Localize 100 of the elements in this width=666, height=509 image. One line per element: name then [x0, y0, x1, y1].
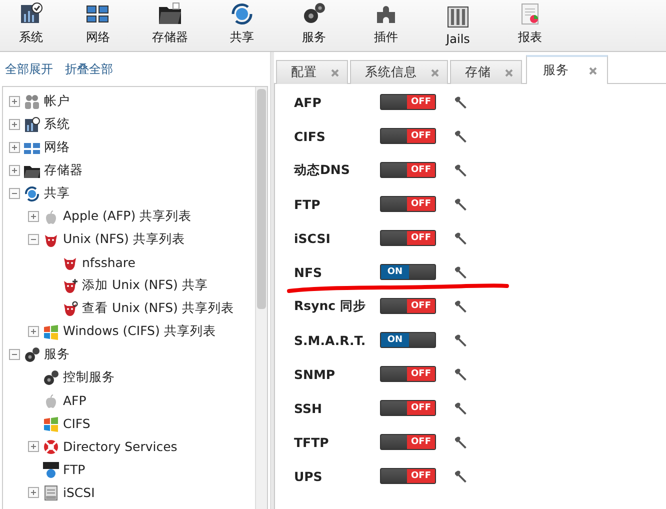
splitter-handle[interactable] [270, 52, 274, 509]
daemon-add-icon [62, 278, 78, 294]
tree-item[interactable]: 控制服务 [63, 369, 115, 386]
expand-toggle[interactable] [28, 487, 39, 498]
tree-item[interactable]: nfsshare [82, 255, 136, 270]
gears-icon [302, 2, 326, 26]
toggle-switch[interactable]: OFF [380, 230, 436, 246]
service-name: S.M.A.R.T. [293, 332, 367, 348]
service-name: NFS [293, 264, 324, 280]
wrench-icon[interactable] [455, 163, 469, 177]
wrench-icon[interactable] [455, 197, 469, 211]
toggle-switch[interactable]: OFF [380, 162, 436, 178]
lifebuoy-icon [43, 438, 59, 454]
toolbar-button[interactable]: 服务 [278, 2, 350, 51]
toolbar-button[interactable]: 报表 [494, 2, 566, 51]
expand-toggle[interactable] [9, 96, 20, 107]
collapse-toggle[interactable] [28, 234, 39, 245]
windows-icon [43, 416, 59, 432]
tree-item[interactable]: 系统 [44, 116, 70, 133]
gears-icon [24, 346, 40, 362]
wrench-icon[interactable] [455, 367, 469, 381]
wrench-icon[interactable] [455, 469, 469, 483]
expand-toggle[interactable] [28, 211, 39, 222]
folder-icon [158, 2, 182, 26]
tree-action-link[interactable]: 折叠全部 [65, 60, 113, 78]
tree-action-link[interactable]: 全部展开 [5, 60, 53, 78]
expand-toggle[interactable] [9, 142, 20, 153]
toggle-switch[interactable]: OFF [380, 434, 436, 450]
toggle-switch[interactable]: OFF [380, 298, 436, 314]
toggle-switch[interactable]: OFF [380, 128, 436, 144]
service-name: 动态DNS [292, 162, 351, 178]
collapse-toggle[interactable] [9, 188, 20, 199]
tab[interactable]: 系统信息 [350, 60, 448, 84]
service-name: SSH [293, 400, 323, 416]
scrollbar[interactable] [255, 87, 267, 509]
toggle-switch[interactable]: ON [380, 264, 436, 280]
tree-item[interactable]: Apple (AFP) 共享列表 [63, 208, 192, 225]
wrench-icon[interactable] [455, 95, 469, 109]
service-name: Rsync 同步 [293, 298, 367, 314]
wrench-icon[interactable] [455, 333, 469, 347]
tree-item[interactable]: 网络 [44, 139, 70, 156]
close-icon[interactable] [589, 66, 597, 74]
tab[interactable]: 存储 [450, 60, 522, 84]
tree-item[interactable]: Directory Services [63, 439, 178, 454]
tree-item[interactable]: Unix (NFS) 共享列表 [63, 231, 185, 248]
tree-item[interactable]: 存储器 [44, 162, 83, 179]
toolbar-button[interactable]: 系统 [0, 2, 62, 51]
toolbar-button[interactable]: 插件 [350, 2, 422, 51]
wrench-icon[interactable] [455, 435, 469, 449]
toggle-switch[interactable]: OFF [380, 468, 436, 484]
windows-icon [43, 324, 59, 340]
tree-item[interactable]: 帐户 [44, 93, 70, 110]
tree-item[interactable]: CIFS [63, 416, 90, 431]
globe-icon [230, 2, 254, 26]
tree-item[interactable]: 共享 [44, 185, 70, 202]
wrench-icon[interactable] [455, 231, 469, 245]
expand-toggle[interactable] [28, 326, 39, 337]
tree-item[interactable]: Windows (CIFS) 共享列表 [63, 323, 216, 340]
toggle-switch[interactable]: OFF [380, 94, 436, 110]
wrench-icon[interactable] [455, 129, 469, 143]
wrench-icon[interactable] [455, 401, 469, 415]
service-name: FTP [293, 196, 322, 212]
tree-item[interactable]: 添加 Unix (NFS) 共享 [82, 277, 208, 294]
service-name: SNMP [293, 366, 336, 382]
tree-item[interactable]: 服务 [44, 346, 70, 363]
apple-icon [43, 392, 59, 408]
bars-icon [446, 5, 470, 29]
service-name: CIFS [293, 128, 326, 144]
toggle-switch[interactable]: ON [380, 332, 436, 348]
globe-icon [24, 186, 40, 202]
daemon-search-icon [62, 300, 78, 316]
tree-item[interactable]: FTP [63, 462, 86, 477]
tree-item[interactable]: 查看 Unix (NFS) 共享列表 [82, 300, 234, 317]
tree-item[interactable]: iSCSI [63, 485, 95, 500]
close-icon[interactable] [331, 68, 339, 76]
gears-icon [43, 370, 59, 386]
wrench-icon[interactable] [455, 299, 469, 313]
tree-item[interactable]: AFP [63, 393, 86, 408]
chart-icon [24, 116, 40, 132]
tab[interactable]: 配置 [276, 60, 348, 84]
expand-toggle[interactable] [28, 441, 39, 452]
toolbar-button[interactable]: Jails [422, 5, 494, 51]
toolbar-button[interactable]: 存储器 [134, 2, 206, 51]
toggle-switch[interactable]: OFF [380, 366, 436, 382]
chart-icon [19, 2, 43, 26]
service-name: TFTP [293, 434, 330, 450]
apple-icon [43, 208, 59, 224]
expand-toggle[interactable] [9, 119, 20, 130]
close-icon[interactable] [431, 68, 439, 76]
service-name: iSCSI [293, 230, 332, 246]
toolbar-button[interactable]: 网络 [62, 2, 134, 51]
expand-toggle[interactable] [9, 165, 20, 176]
tab[interactable]: 服务 [526, 55, 608, 84]
wrench-icon[interactable] [455, 265, 469, 279]
toggle-switch[interactable]: OFF [380, 400, 436, 416]
toggle-switch[interactable]: OFF [380, 196, 436, 212]
users-icon [24, 94, 40, 110]
toolbar-button[interactable]: 共享 [206, 2, 278, 51]
collapse-toggle[interactable] [9, 349, 20, 360]
close-icon[interactable] [505, 68, 513, 76]
